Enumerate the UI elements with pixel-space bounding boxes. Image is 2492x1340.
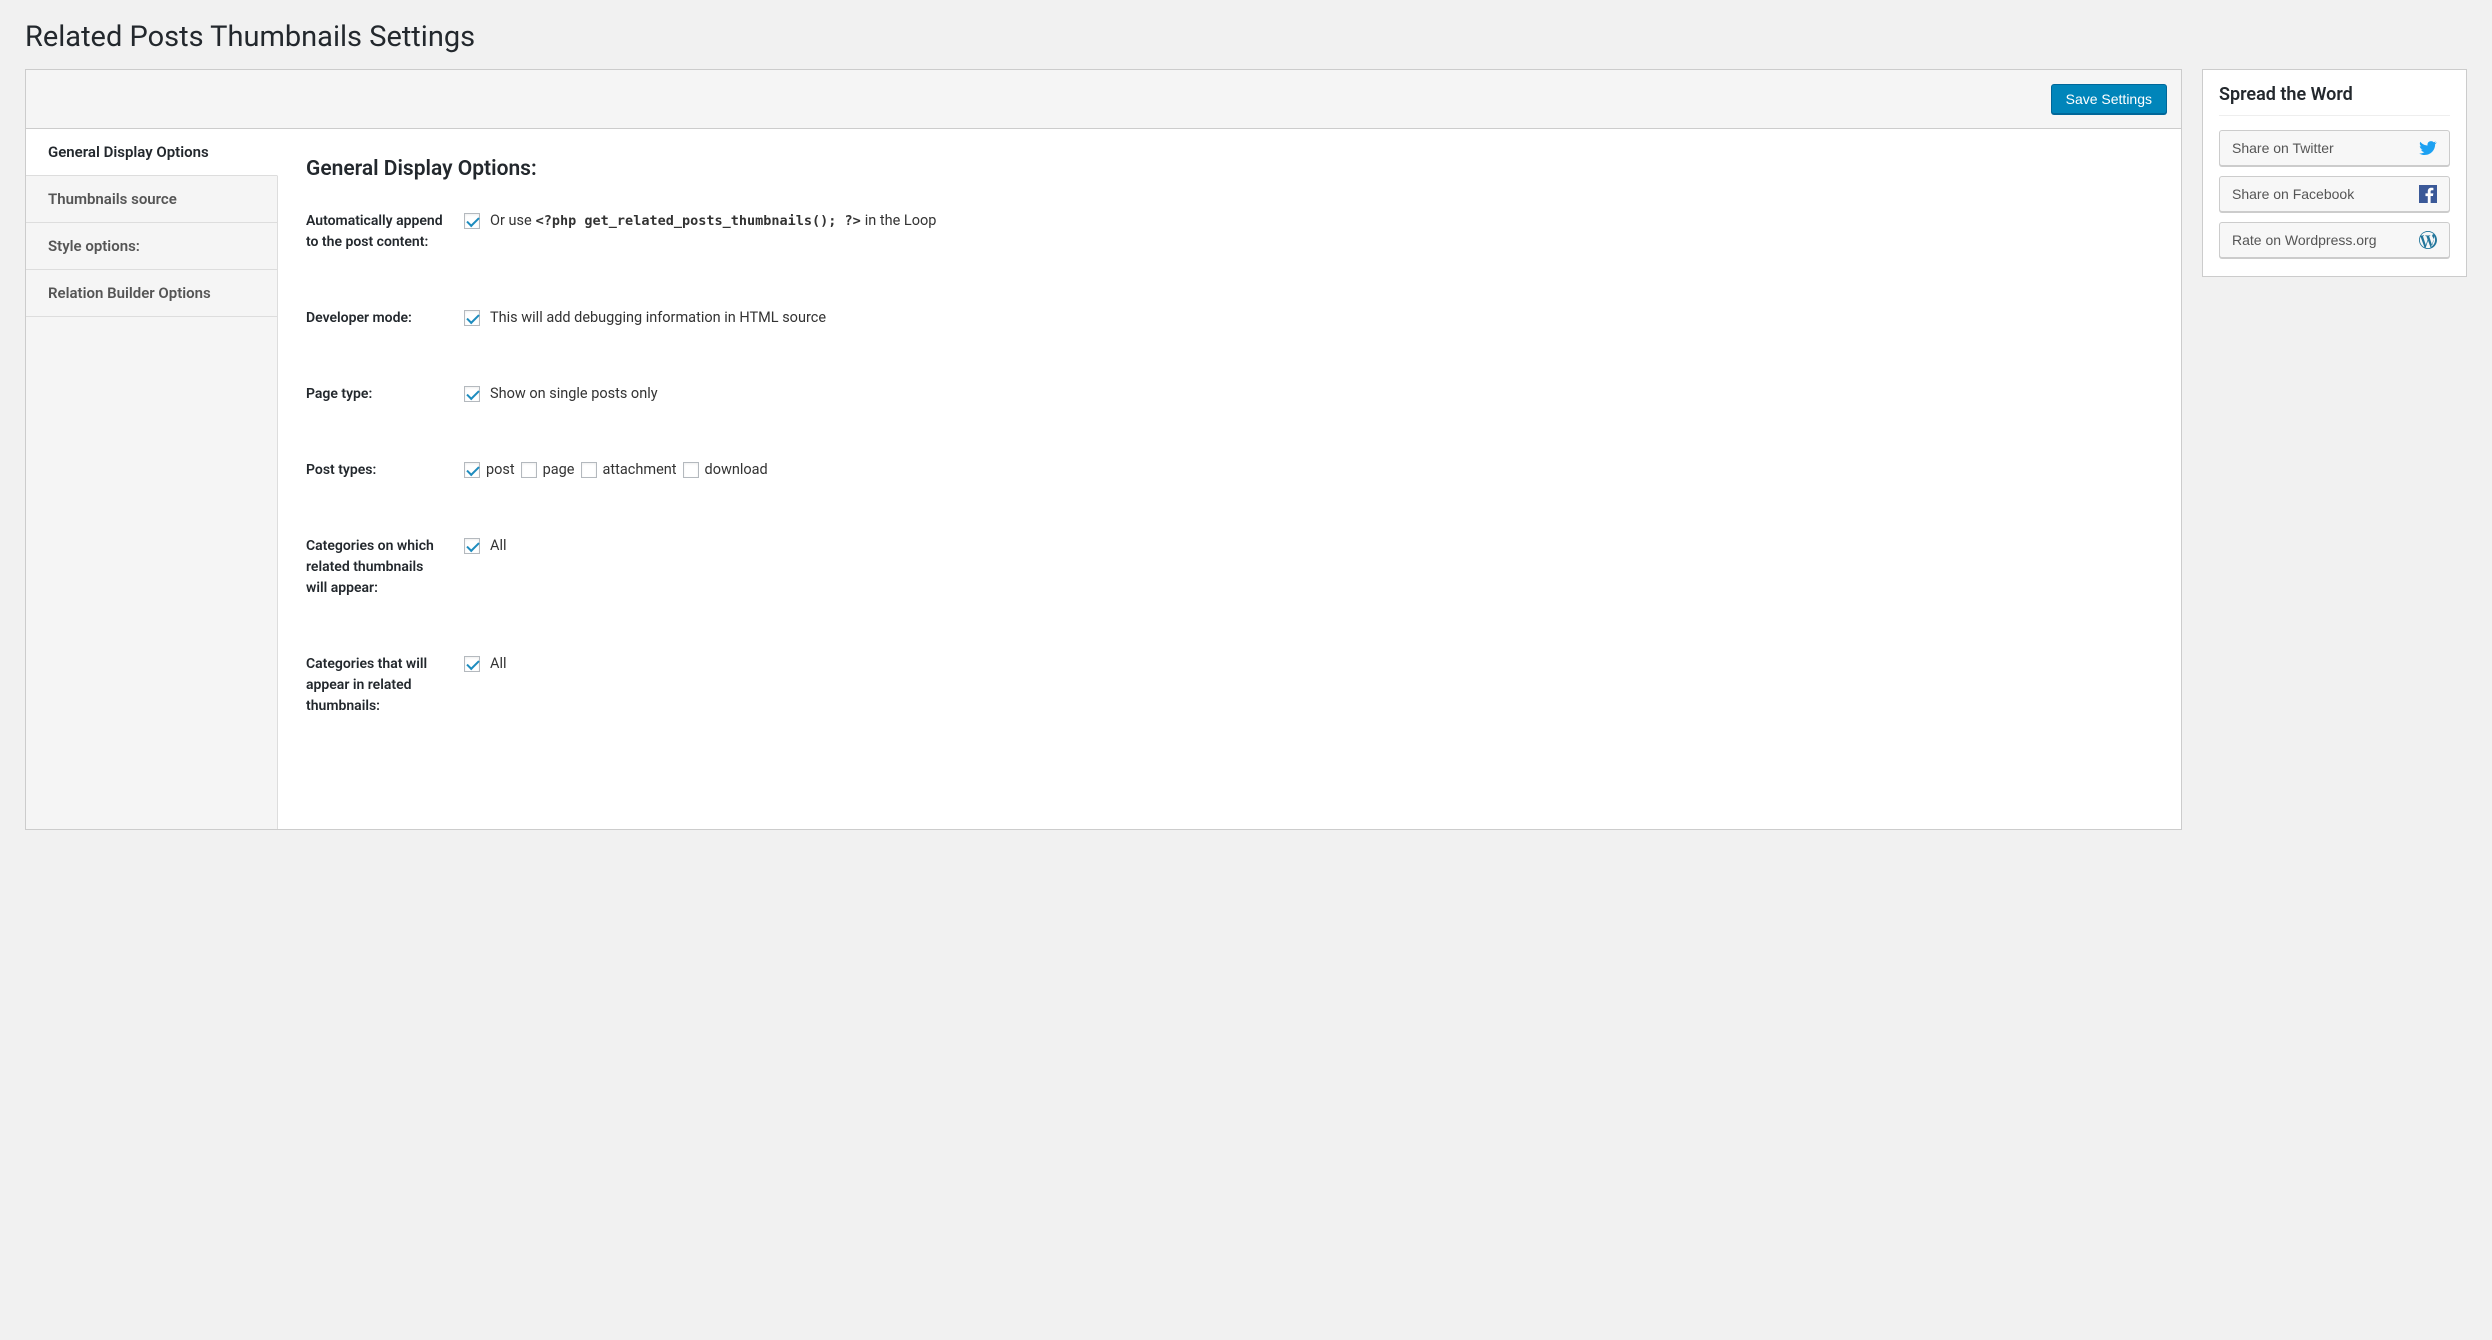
checkbox-post-type-download[interactable] bbox=[683, 462, 699, 478]
row-label: Post types: bbox=[306, 460, 464, 481]
text: Show on single posts only bbox=[490, 385, 658, 402]
option-label: download bbox=[705, 461, 768, 478]
option-label: attachment bbox=[603, 461, 677, 478]
twitter-icon bbox=[2419, 139, 2437, 157]
wordpress-icon bbox=[2419, 231, 2437, 249]
checkbox-categories-appear-all[interactable] bbox=[464, 656, 480, 672]
share-button-label: Share on Facebook bbox=[2232, 186, 2354, 202]
row-auto-append: Automatically append to the post content… bbox=[306, 211, 2153, 253]
save-button[interactable]: Save Settings bbox=[2051, 84, 2167, 114]
toolbar: Save Settings bbox=[25, 69, 2182, 129]
tabs-nav: General Display Options Thumbnails sourc… bbox=[26, 129, 278, 829]
text: Or use bbox=[490, 212, 532, 229]
page-title: Related Posts Thumbnails Settings bbox=[25, 0, 2467, 69]
tab-general-display-options[interactable]: General Display Options bbox=[26, 129, 278, 176]
option-label: page bbox=[543, 461, 575, 478]
content-panel: General Display Options: Automatically a… bbox=[278, 129, 2181, 829]
row-label: Automatically append to the post content… bbox=[306, 211, 464, 253]
checkbox-page-type[interactable] bbox=[464, 386, 480, 402]
checkbox-developer-mode[interactable] bbox=[464, 310, 480, 326]
row-page-type: Page type: Show on single posts only bbox=[306, 384, 2153, 405]
text: in the Loop bbox=[865, 212, 937, 229]
text: All bbox=[490, 537, 507, 554]
checkbox-categories-on-all[interactable] bbox=[464, 538, 480, 554]
row-post-types: Post types: post page attachment bbox=[306, 460, 2153, 481]
share-twitter-button[interactable]: Share on Twitter bbox=[2219, 130, 2450, 166]
text: This will add debugging information in H… bbox=[490, 309, 826, 326]
tab-relation-builder-options[interactable]: Relation Builder Options bbox=[26, 270, 277, 317]
text: All bbox=[490, 655, 507, 672]
row-label: Categories that will appear in related t… bbox=[306, 654, 464, 717]
panel-title: General Display Options: bbox=[306, 157, 2153, 181]
share-button-label: Share on Twitter bbox=[2232, 140, 2334, 156]
facebook-icon bbox=[2419, 185, 2437, 203]
row-label: Page type: bbox=[306, 384, 464, 405]
checkbox-post-type-page[interactable] bbox=[521, 462, 537, 478]
row-label: Categories on which related thumbnails w… bbox=[306, 536, 464, 599]
share-button-label: Rate on Wordpress.org bbox=[2232, 232, 2376, 248]
sidebar-box-title: Spread the Word bbox=[2219, 84, 2450, 116]
row-categories-appear: Categories that will appear in related t… bbox=[306, 654, 2153, 717]
tab-style-options[interactable]: Style options: bbox=[26, 223, 277, 270]
share-facebook-button[interactable]: Share on Facebook bbox=[2219, 176, 2450, 212]
row-label: Developer mode: bbox=[306, 308, 464, 329]
code-snippet: <?php get_related_posts_thumbnails(); ?> bbox=[536, 213, 861, 229]
rate-wordpress-button[interactable]: Rate on Wordpress.org bbox=[2219, 222, 2450, 258]
sidebar-box-spread-the-word: Spread the Word Share on Twitter Share o… bbox=[2202, 69, 2467, 277]
tab-thumbnails-source[interactable]: Thumbnails source bbox=[26, 176, 277, 223]
checkbox-auto-append[interactable] bbox=[464, 213, 480, 229]
row-developer-mode: Developer mode: This will add debugging … bbox=[306, 308, 2153, 329]
checkbox-post-type-post[interactable] bbox=[464, 462, 480, 478]
row-categories-on: Categories on which related thumbnails w… bbox=[306, 536, 2153, 599]
option-label: post bbox=[486, 461, 515, 478]
checkbox-post-type-attachment[interactable] bbox=[581, 462, 597, 478]
